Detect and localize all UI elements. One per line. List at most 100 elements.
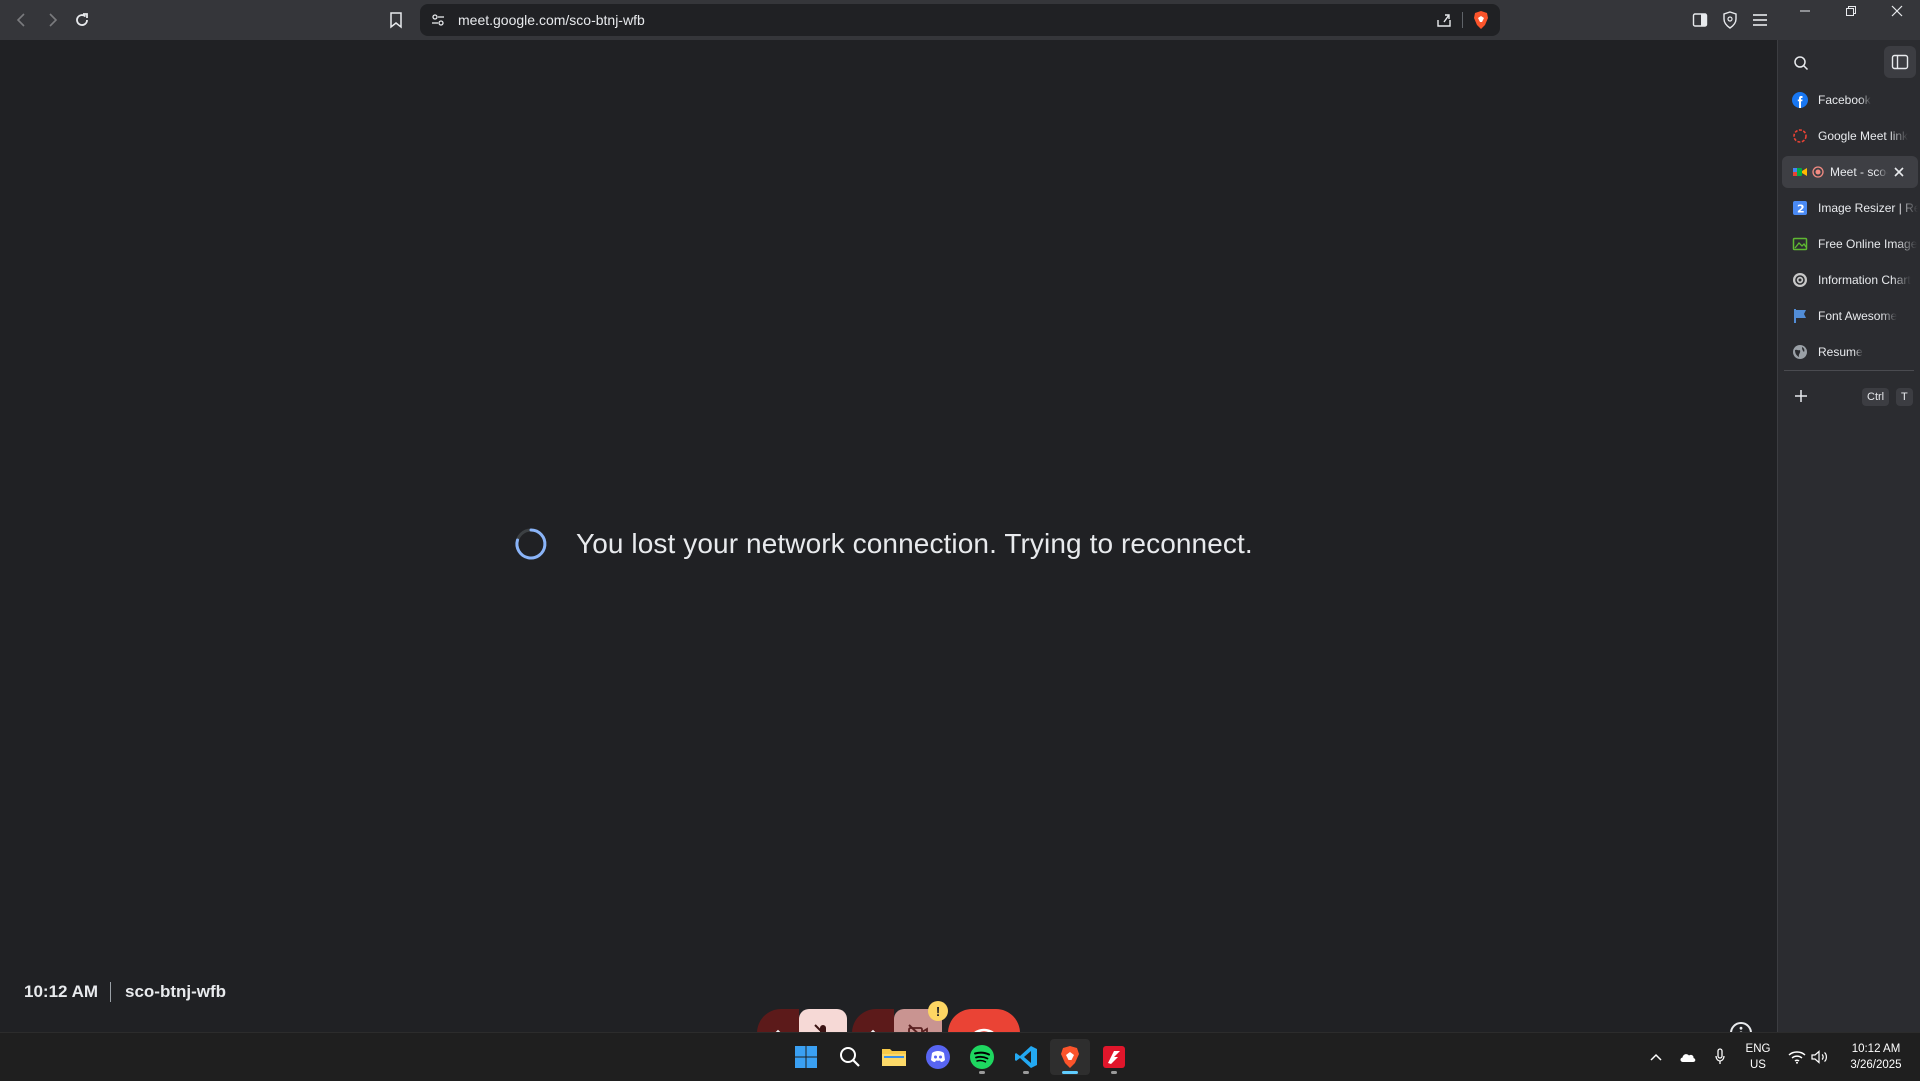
cloud-icon [1680, 1054, 1696, 1062]
speaker-icon [1811, 1050, 1827, 1064]
minimize-button[interactable] [1782, 0, 1828, 22]
meet-stage: You lost your network connection. Trying… [0, 40, 1776, 1057]
browser-toolbar: meet.google.com/sco-btnj-wfb [0, 0, 1920, 40]
minimize-icon [1800, 10, 1810, 12]
new-tab-button[interactable]: Ctrl T [1782, 380, 1918, 412]
language-indicator[interactable]: ENG US [1740, 1033, 1776, 1081]
spotify-button[interactable] [962, 1039, 1002, 1075]
share-icon[interactable] [1434, 10, 1454, 30]
mic-icon [1715, 1048, 1725, 1064]
discord-button[interactable] [918, 1039, 958, 1075]
meeting-code: sco-btnj-wfb [125, 982, 227, 1001]
recording-icon [1812, 166, 1824, 178]
tab-information-chart[interactable]: Information Chart [1782, 264, 1918, 296]
clock-time: 10:12 AM [1851, 1043, 1901, 1055]
tab-label: Image Resizer | Resize [1818, 201, 1918, 215]
chevron-up-icon [1650, 1053, 1662, 1061]
start-button[interactable] [786, 1039, 826, 1075]
plus-icon [1795, 390, 1807, 402]
loading-spinner-icon [515, 528, 547, 560]
reload-icon [76, 13, 88, 26]
back-arrow-icon [16, 13, 25, 27]
reconnect-message: You lost your network connection. Trying… [576, 528, 1253, 559]
bookmark-button[interactable] [382, 6, 410, 34]
discord-icon [926, 1045, 950, 1069]
shield-icon [1723, 11, 1737, 29]
forward-button[interactable] [38, 6, 66, 34]
url-text[interactable]: meet.google.com/sco-btnj-wfb [458, 12, 645, 28]
sidebar-icon [1692, 13, 1708, 27]
windows-logo-icon [795, 1046, 817, 1068]
clock-date: 3/26/2025 [1850, 1059, 1902, 1071]
folder-icon [882, 1049, 906, 1066]
restore-icon [1846, 6, 1856, 16]
volume-button[interactable] [1808, 1033, 1832, 1081]
address-bar[interactable]: meet.google.com/sco-btnj-wfb [420, 4, 1500, 36]
reconnect-status: You lost your network connection. Trying… [514, 519, 1253, 569]
wifi-button[interactable] [1784, 1033, 1810, 1081]
tab-label: Google Meet link [1818, 129, 1909, 143]
tab-image-resizer[interactable]: 2 Image Resizer | Resize [1782, 192, 1918, 224]
separator [110, 982, 112, 1002]
back-button[interactable] [8, 6, 36, 34]
tab-meet-active[interactable]: Meet - sco-btnj-wfb [1782, 156, 1918, 188]
facebook-icon [1792, 92, 1808, 108]
panel-icon [1891, 54, 1909, 70]
tab-font-awesome[interactable]: Font Awesome [1782, 300, 1918, 332]
menu-button[interactable] [1746, 6, 1774, 34]
microphone-tray-icon[interactable] [1708, 1033, 1732, 1081]
flag-icon [1794, 309, 1806, 323]
restore-button[interactable] [1828, 0, 1874, 22]
image-icon [1792, 237, 1808, 251]
spotify-icon [970, 1045, 994, 1069]
globe-icon [1793, 345, 1807, 359]
tab-free-online-image[interactable]: Free Online Image [1782, 228, 1918, 260]
settings-icon [1793, 273, 1807, 287]
meeting-details: 10:12 AM sco-btnj-wfb [24, 982, 226, 1002]
collapse-sidebar-button[interactable] [1884, 46, 1916, 78]
close-icon [1891, 5, 1903, 17]
shortcut-key-t: T [1896, 388, 1913, 406]
tab-resume[interactable]: Resume [1782, 336, 1918, 368]
vpn-button[interactable] [1716, 6, 1744, 34]
tab-label: Free Online Image [1818, 237, 1918, 251]
brave-shields-icon[interactable] [1470, 9, 1492, 31]
search-icon [1794, 56, 1809, 71]
camera-warning-badge: ! [928, 1001, 948, 1021]
wifi-icon [1788, 1051, 1806, 1064]
sidebar-toggle-button[interactable] [1686, 6, 1714, 34]
vertical-tabs-panel: Facebook Google Meet link Meet - sco-btn… [1777, 40, 1920, 1032]
running-indicator [1023, 1071, 1029, 1074]
tab-label: Information Chart [1818, 273, 1911, 287]
tab-label: Resume [1818, 345, 1863, 359]
onedrive-button[interactable] [1676, 1033, 1700, 1081]
tab-search-button[interactable] [1788, 50, 1814, 76]
close-window-button[interactable] [1874, 0, 1920, 22]
bookmark-icon [390, 12, 402, 29]
show-hidden-icons-button[interactable] [1644, 1033, 1668, 1081]
resizer-icon: 2 [1793, 201, 1807, 216]
meet-icon [1793, 168, 1807, 176]
region-code: US [1750, 1059, 1766, 1071]
vscode-button[interactable] [1006, 1039, 1046, 1075]
shortcut-key-ctrl: Ctrl [1862, 388, 1890, 406]
red-app-button[interactable] [1094, 1039, 1134, 1075]
clock-button[interactable]: 10:12 AM 3/26/2025 [1838, 1033, 1914, 1081]
windows-taskbar: ENG US 10:12 AM 3/26/2025 [0, 1032, 1920, 1081]
search-icon [840, 1047, 860, 1067]
file-explorer-button[interactable] [874, 1039, 914, 1075]
svg-text:2: 2 [1797, 203, 1805, 216]
taskbar-search-button[interactable] [830, 1039, 870, 1075]
app-icon [1103, 1046, 1125, 1068]
tab-google-meet-link[interactable]: Google Meet link [1782, 120, 1918, 152]
reload-button[interactable] [68, 6, 96, 34]
tab-facebook[interactable]: Facebook [1782, 84, 1918, 116]
vscode-icon [1015, 1046, 1037, 1068]
divider [1462, 12, 1463, 28]
close-tab-icon[interactable] [1894, 167, 1904, 177]
site-settings-icon[interactable] [430, 12, 446, 28]
brave-browser-button[interactable] [1050, 1039, 1090, 1075]
tab-label: Font Awesome [1818, 309, 1898, 323]
hamburger-icon [1753, 14, 1767, 26]
tab-label: Meet - sco-btnj-wfb [1830, 165, 1888, 179]
